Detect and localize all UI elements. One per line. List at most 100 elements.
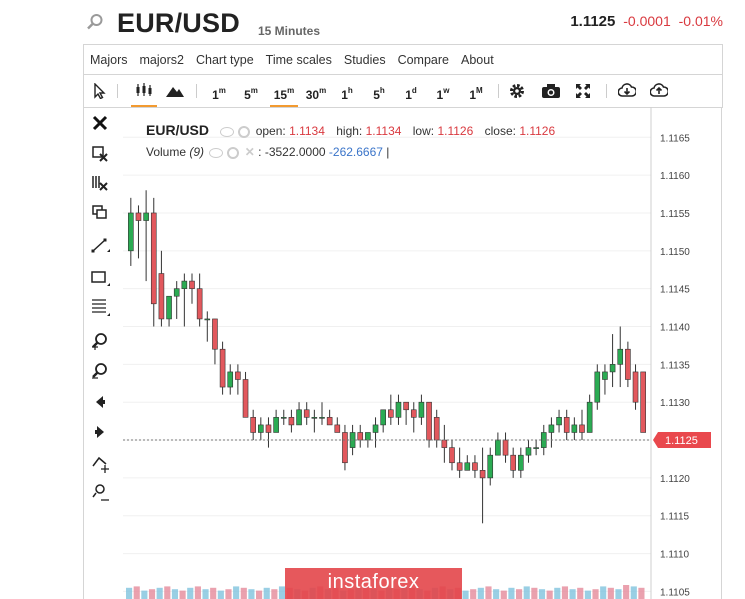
- price-chart[interactable]: 1.1165 1.1160 1.1155 1.1150 1.1145 1.1140 1.11…: [119, 107, 721, 599]
- menu-majors2[interactable]: majors2: [134, 45, 190, 75]
- candle-body: [487, 454, 494, 479]
- interval-label: 15 Minutes: [258, 24, 321, 38]
- drawing-sidebar: [83, 107, 120, 599]
- mountain-icon[interactable]: [166, 85, 184, 97]
- trendline-icon[interactable]: [90, 235, 110, 255]
- y-tick-label: 1.1120: [660, 474, 690, 485]
- symbol-title[interactable]: EUR/USD: [117, 8, 240, 39]
- volume-param: (9): [189, 145, 205, 159]
- period-1h[interactable]: 1h: [336, 75, 358, 107]
- legend-low-label: low:: [412, 124, 435, 138]
- menu-time-scales[interactable]: Time scales: [260, 45, 338, 75]
- zoom-in-icon[interactable]: [90, 331, 110, 351]
- volume-bar: [164, 586, 171, 599]
- candle-body: [189, 280, 195, 289]
- period-15m[interactable]: 15m: [270, 75, 298, 107]
- volume-bar: [630, 586, 637, 599]
- camera-icon[interactable]: [542, 84, 560, 98]
- period-1d[interactable]: 1d: [400, 75, 422, 107]
- gear-icon[interactable]: [509, 83, 525, 99]
- settings-icon[interactable]: [227, 146, 240, 159]
- candle-body: [357, 432, 364, 441]
- fullscreen-icon[interactable]: [576, 84, 590, 98]
- settings-icon[interactable]: [238, 125, 251, 138]
- candle-body: [219, 348, 226, 388]
- candle-body: [388, 409, 394, 418]
- legend-open-label: open:: [255, 124, 286, 138]
- volume-bar: [171, 589, 179, 599]
- period-5m[interactable]: 5m: [240, 75, 262, 107]
- y-tick-label: 1.1150: [660, 247, 690, 258]
- period-1m[interactable]: 1m: [208, 75, 230, 107]
- candle-body: [288, 417, 295, 426]
- menu-studies[interactable]: Studies: [338, 45, 392, 75]
- last-price: 1.1125: [570, 13, 616, 30]
- volume-bar: [156, 587, 163, 599]
- volume-bar: [561, 586, 569, 599]
- candlestick-button[interactable]: [131, 75, 157, 107]
- magnet-down-icon[interactable]: [90, 453, 110, 473]
- candle-body: [403, 401, 409, 411]
- menu-about[interactable]: About: [455, 45, 500, 75]
- y-tick-label: 1.1115: [660, 512, 690, 523]
- candle-body: [609, 364, 616, 373]
- clone-icon[interactable]: [90, 203, 110, 223]
- magnet-up-icon[interactable]: [90, 483, 110, 503]
- volume-bar: [240, 587, 247, 599]
- candle-body: [410, 409, 417, 418]
- candle-body: [280, 417, 287, 419]
- candle-body: [303, 409, 310, 418]
- candle-body: [250, 417, 256, 433]
- close-icon[interactable]: [90, 113, 110, 133]
- zoom-out-icon[interactable]: [90, 361, 110, 381]
- volume-bar: [554, 587, 561, 599]
- volume-bar: [493, 589, 500, 599]
- volume-bar: [133, 586, 140, 599]
- volume-bar: [217, 590, 224, 599]
- delete-all-icon[interactable]: [90, 173, 110, 193]
- close-icon[interactable]: ✕: [245, 145, 255, 159]
- candle-body: [479, 470, 486, 479]
- scroll-left-icon[interactable]: [90, 392, 110, 412]
- volume-bar: [126, 587, 133, 599]
- candle-body: [617, 348, 624, 365]
- period-1w[interactable]: 1w: [432, 75, 454, 107]
- period-5h[interactable]: 5h: [368, 75, 390, 107]
- candle-body: [518, 454, 524, 471]
- price-change-pct: -0.01%: [678, 13, 723, 29]
- candle-body: [579, 424, 585, 433]
- candle-body: [632, 371, 639, 403]
- y-tick-label: 1.1140: [660, 323, 690, 334]
- volume-bar: [187, 587, 194, 599]
- download-icon[interactable]: [618, 83, 636, 98]
- visibility-icon[interactable]: [209, 147, 224, 158]
- fib-icon[interactable]: [90, 297, 110, 317]
- candle-body: [525, 447, 532, 456]
- menu-compare[interactable]: Compare: [392, 45, 455, 75]
- scroll-right-icon[interactable]: [90, 422, 110, 442]
- candle-body: [556, 417, 562, 426]
- y-tick-label: 1.1135: [660, 360, 690, 371]
- visibility-icon[interactable]: [220, 126, 235, 137]
- menu-majors[interactable]: Majors: [84, 45, 134, 75]
- chart-panel[interactable]: 1.1165 1.1160 1.1155 1.1150 1.1145 1.1140 1.11…: [119, 107, 722, 599]
- upload-icon[interactable]: [650, 83, 668, 98]
- search-icon[interactable]: [86, 13, 104, 31]
- candle-body: [319, 417, 325, 419]
- candle-body: [265, 424, 272, 433]
- volume-bar: [584, 590, 591, 599]
- period-1M[interactable]: 1M: [464, 75, 488, 107]
- candle-body: [502, 439, 509, 456]
- delete-drawing-icon[interactable]: [90, 143, 110, 163]
- candle-body: [586, 401, 593, 433]
- toolbar-separator: [606, 84, 607, 98]
- candle-body: [640, 371, 646, 433]
- rectangle-icon[interactable]: [90, 267, 110, 287]
- menu-chart-type[interactable]: Chart type: [190, 45, 260, 75]
- price-legend: EUR/USD open: 1.1134 high: 1.1134 low: 1…: [146, 122, 555, 138]
- volume-bar: [508, 587, 515, 599]
- volume-bar: [141, 590, 148, 599]
- cursor-icon[interactable]: [93, 83, 107, 99]
- candle-body: [563, 417, 570, 433]
- period-30m[interactable]: 30m: [302, 75, 330, 107]
